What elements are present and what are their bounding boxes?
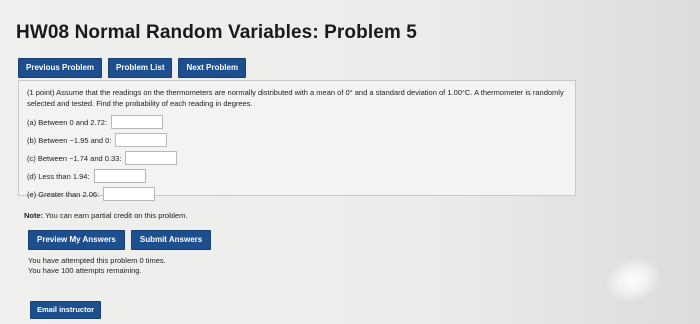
problem-nav: Previous Problem Problem List Next Probl…	[18, 58, 247, 78]
email-section: Email instructor	[30, 299, 102, 319]
part-c-label: (c) Between −1.74 and 0.33:	[27, 153, 122, 163]
part-e: (e) Greater than 2.06:	[27, 185, 567, 203]
part-b-answer-field[interactable]	[115, 133, 168, 147]
part-b-label: (b) Between −1.95 and 0:	[27, 135, 112, 145]
preview-answers-button[interactable]: Preview My Answers	[28, 230, 125, 250]
part-d: (d) Less than 1.94:	[27, 167, 567, 185]
email-instructor-button[interactable]: Email instructor	[30, 301, 102, 319]
part-a-label: (a) Between 0 and 2.72:	[27, 117, 108, 127]
partial-credit-note: Note: You can earn partial credit on thi…	[24, 211, 187, 220]
next-problem-button[interactable]: Next Problem	[178, 58, 247, 78]
webwork-page: HW08 Normal Random Variables: Problem 5 …	[0, 0, 700, 324]
problem-box: (1 point) Assume that the readings on th…	[18, 80, 576, 201]
submit-actions: Preview My Answers Submit Answers	[28, 230, 212, 250]
note-label: Note:	[24, 211, 44, 220]
screen-glare	[598, 249, 668, 311]
part-e-label: (e) Greater than 2.06:	[27, 189, 100, 199]
attempts-status: You have attempted this problem 0 times.…	[28, 256, 166, 276]
part-c: (c) Between −1.74 and 0.33:	[27, 149, 567, 167]
page-title: HW08 Normal Random Variables: Problem 5	[16, 22, 417, 43]
submit-answers-button[interactable]: Submit Answers	[130, 230, 212, 250]
part-d-answer-field[interactable]	[93, 169, 146, 183]
attempted-count-text: You have attempted this problem 0 times.	[28, 256, 166, 265]
part-e-answer-field[interactable]	[103, 187, 156, 201]
note-text: You can earn partial credit on this prob…	[43, 211, 188, 220]
part-b: (b) Between −1.95 and 0:	[27, 131, 567, 149]
part-c-answer-field[interactable]	[125, 151, 178, 165]
remaining-attempts-text: You have 100 attempts remaining.	[28, 266, 142, 275]
part-d-label: (d) Less than 1.94:	[27, 171, 90, 181]
problem-statement: (1 point) Assume that the readings on th…	[27, 88, 564, 108]
part-a: (a) Between 0 and 2.72:	[27, 113, 567, 131]
problem-list-button[interactable]: Problem List	[108, 58, 173, 78]
previous-problem-button[interactable]: Previous Problem	[18, 58, 103, 78]
part-a-answer-field[interactable]	[111, 115, 164, 129]
